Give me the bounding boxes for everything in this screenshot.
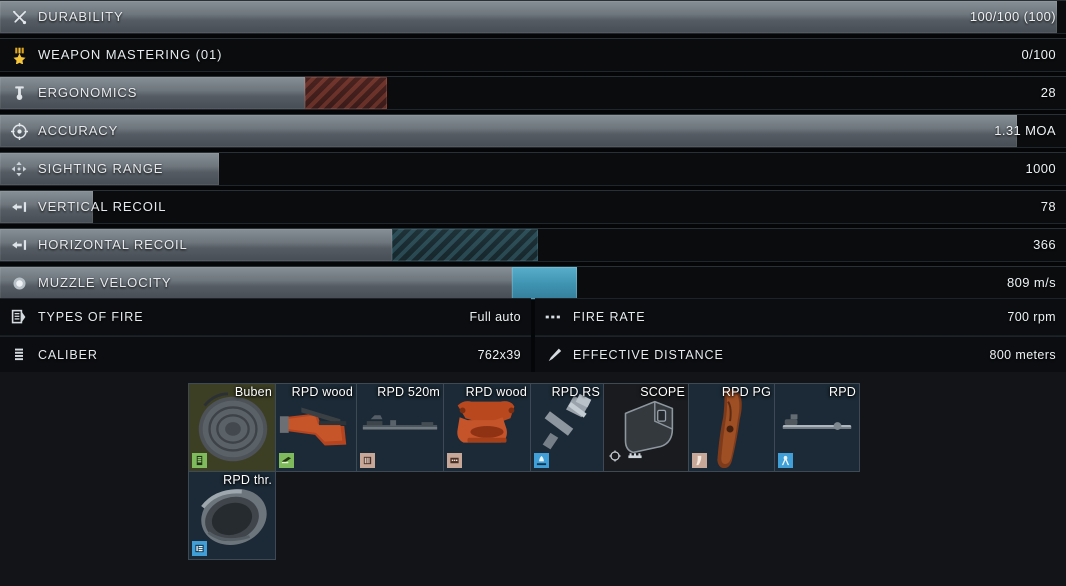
fire-mode-icon <box>10 308 28 326</box>
attachment-slot-scope-slot[interactable]: SCOPE <box>603 383 689 472</box>
stat-bar-base <box>0 1 1058 33</box>
recoil-arrow-icon <box>10 236 28 254</box>
attachment-slot-rpd-pg[interactable]: RPD PG <box>688 383 775 472</box>
stat-label: ACCURACY <box>38 123 119 138</box>
attachment-slot-rpd-520m[interactable]: RPD 520m <box>356 383 444 472</box>
arrow-distance-icon <box>545 346 563 364</box>
stat-label: HORIZONTAL RECOIL <box>38 237 188 252</box>
stat-value: 0/100 <box>1021 47 1056 62</box>
stat-cell-effective-distance: EFFECTIVE DISTANCE 800 meters <box>535 336 1066 374</box>
attachment-slot-rpd-thr[interactable]: RPD thr. <box>188 471 276 560</box>
stat-cell-fire-rate: FIRE RATE 700 rpm <box>535 298 1066 336</box>
attachment-badge-stock-icon[interactable] <box>279 453 294 468</box>
stat-label: WEAPON MASTERING (01) <box>38 47 223 62</box>
stat-row-accuracy: ACCURACY 1.31 MOA <box>0 114 1066 148</box>
caliber-stack-icon <box>10 346 28 364</box>
stat-bar-delta <box>304 77 387 109</box>
empty-slot-icons <box>609 449 642 467</box>
attachment-badge-muzzle-icon[interactable] <box>192 541 207 556</box>
attachment-slot-rpd-rs[interactable]: RPD RS <box>530 383 604 472</box>
crosshair-icon <box>10 122 28 140</box>
stat-bar-accuracy <box>0 115 1066 147</box>
ergonomics-grip-icon <box>10 84 28 102</box>
diamond-arrows-icon <box>10 160 28 178</box>
stat-label: VERTICAL RECOIL <box>38 199 167 214</box>
stat-value: 100/100 (100) <box>969 9 1056 24</box>
stat-row-weapon-mastering: WEAPON MASTERING (01) 0/100 <box>0 38 1066 72</box>
stats-list: DURABILITY 100/100 (100) WEAPON MASTERING … <box>0 0 1066 304</box>
stat-row-sighting-range: SIGHTING RANGE 1000 <box>0 152 1066 186</box>
attachments-grid: Buben RPD wood RPD 520m RPD wood RPD RS SCOPE… <box>188 383 860 560</box>
attachment-slot-buben[interactable]: Buben <box>188 383 276 472</box>
medal-icon <box>10 46 28 64</box>
attachment-badge-bipod-icon[interactable] <box>778 453 793 468</box>
stat-label: DURABILITY <box>38 9 124 24</box>
stat-row-horizontal-recoil: HORIZONTAL RECOIL 366 <box>0 228 1066 262</box>
attachment-slot-rpd-bipod[interactable]: RPD <box>774 383 860 472</box>
attachment-slot-rpd-wood-stock[interactable]: RPD wood <box>275 383 357 472</box>
stat-row-ergonomics: ERGONOMICS 28 <box>0 76 1066 110</box>
stat-bar-delta <box>392 229 539 261</box>
stat-value: 1000 <box>1025 161 1056 176</box>
stat-value: 78 <box>1040 199 1056 214</box>
stat-cell-caliber: CALIBER 762x39 <box>0 336 531 374</box>
attachments-row-2: RPD thr. <box>188 471 859 560</box>
secondary-stat-row: TYPES OF FIRE Full auto FIRE RATE 700 rpm <box>0 298 1066 336</box>
attachments-row-1: Buben RPD wood RPD 520m RPD wood RPD RS SCOPE… <box>188 383 860 472</box>
empty-rail-icon <box>628 449 642 467</box>
secondary-stat-row: CALIBER 762x39 EFFECTIVE DISTANCE 800 meter… <box>0 336 1066 374</box>
stat-bar-ergonomics <box>0 77 1066 109</box>
stat-value: 700 rpm <box>1007 310 1056 324</box>
stat-bar-durability <box>0 1 1066 33</box>
stat-value: 28 <box>1040 85 1056 100</box>
wrench-screwdriver-icon <box>10 8 28 26</box>
stat-value: 1.31 MOA <box>994 123 1056 138</box>
attachments-panel: Buben RPD wood RPD 520m RPD wood RPD RS SCOPE… <box>0 372 1066 586</box>
three-dots-icon <box>545 308 563 326</box>
stat-label: CALIBER <box>38 348 98 362</box>
stat-value: Full auto <box>469 310 521 324</box>
stat-value: 366 <box>1033 237 1056 252</box>
stat-value: 762x39 <box>477 348 521 362</box>
stat-label: EFFECTIVE DISTANCE <box>573 348 724 362</box>
stat-bar-base <box>0 115 1017 147</box>
stat-bar-delta <box>511 267 577 299</box>
stat-row-vertical-recoil: VERTICAL RECOIL 78 <box>0 190 1066 224</box>
stat-label: FIRE RATE <box>573 310 646 324</box>
attachment-badge-handguard-icon[interactable] <box>447 453 462 468</box>
stat-row-muzzle-velocity: MUZZLE VELOCITY 809 m/s <box>0 266 1066 300</box>
stat-cell-types-of-fire: TYPES OF FIRE Full auto <box>0 298 531 336</box>
attachment-badge-magazine-icon[interactable] <box>192 453 207 468</box>
stat-value: 800 meters <box>989 348 1056 362</box>
stat-label: TYPES OF FIRE <box>38 310 144 324</box>
empty-crosshair-icon <box>609 449 621 467</box>
attachment-badge-sight-icon[interactable] <box>534 453 549 468</box>
stat-label: ERGONOMICS <box>38 85 138 100</box>
stat-value: 809 m/s <box>1006 275 1056 290</box>
bullet-round-icon <box>10 274 28 292</box>
stat-row-durability: DURABILITY 100/100 (100) <box>0 0 1066 34</box>
attachment-badge-barrel-icon[interactable] <box>360 453 375 468</box>
attachment-slot-rpd-wood-handguard[interactable]: RPD wood <box>443 383 531 472</box>
recoil-arrow-icon <box>10 198 28 216</box>
secondary-stats-list: TYPES OF FIRE Full auto FIRE RATE 700 rpm CA… <box>0 298 1066 374</box>
weapon-stats-panel: DURABILITY 100/100 (100) WEAPON MASTERING … <box>0 0 1066 586</box>
attachment-badge-grip-icon[interactable] <box>692 453 707 468</box>
stat-label: SIGHTING RANGE <box>38 161 164 176</box>
stat-label: MUZZLE VELOCITY <box>38 275 172 290</box>
